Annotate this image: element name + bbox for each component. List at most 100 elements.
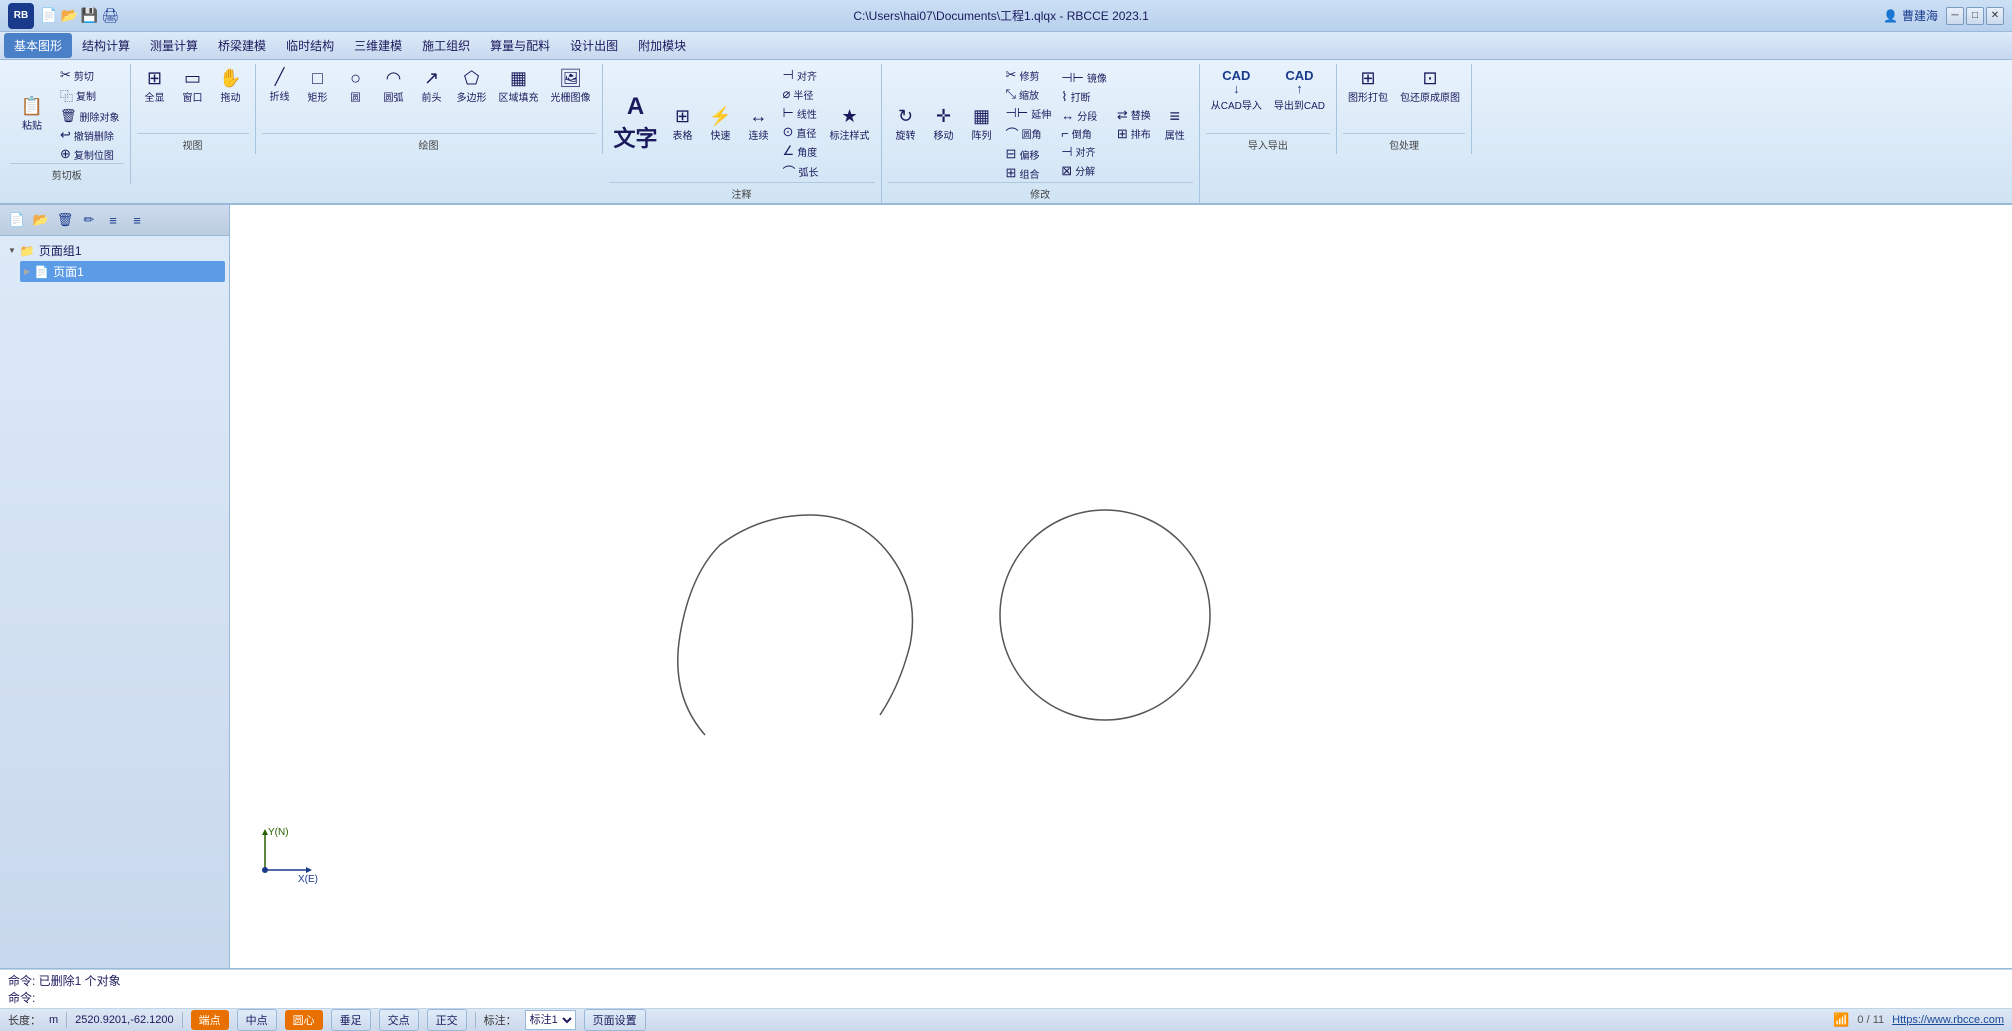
angle-button[interactable]: ∠ 角度: [779, 142, 823, 160]
replace-button[interactable]: ⇄ 替换: [1113, 106, 1155, 124]
snap-intersect-button[interactable]: 交点: [379, 1009, 419, 1031]
snap-midpoint-button[interactable]: 中点: [237, 1009, 277, 1031]
arrow-button[interactable]: ↗ 前头: [414, 66, 450, 107]
menu-item-7[interactable]: 算量与配料: [480, 33, 560, 58]
text-button[interactable]: A 文字: [609, 92, 663, 156]
tree-item-group1[interactable]: ▼ 📁 页面组1: [4, 240, 225, 261]
pack-shape-button[interactable]: ⊞ 图形打包: [1343, 66, 1393, 107]
delete-obj-button[interactable]: 🗑 删除对象: [56, 107, 124, 125]
fullscreen-button[interactable]: ⊞ 全显: [137, 66, 173, 107]
table-button[interactable]: ⊞ 表格: [665, 104, 701, 145]
rect-button[interactable]: □ 矩形: [300, 66, 336, 107]
status-right: 📶 0 / 11 Https://www.rbcce.com: [1833, 1012, 2004, 1028]
mirror-button[interactable]: ⊣⊢ 镜像: [1057, 69, 1111, 87]
circle-button[interactable]: ○ 圆: [338, 66, 374, 107]
polygon-button[interactable]: ⬠ 多边形: [452, 66, 492, 107]
menu-item-1[interactable]: 结构计算: [72, 33, 140, 58]
half-r-button[interactable]: ⌀ 半径: [779, 85, 823, 103]
menu-item-8[interactable]: 设计出图: [560, 33, 628, 58]
website-link[interactable]: Https://www.rbcce.com: [1892, 1014, 2004, 1026]
snap-ortho-button[interactable]: 正交: [427, 1009, 467, 1031]
edit-page-button[interactable]: ✏: [78, 209, 100, 231]
inline-dim-button[interactable]: ⊢ 线性: [779, 104, 823, 122]
maximize-button[interactable]: □: [1966, 7, 1984, 25]
group-icon: 📁: [20, 244, 35, 258]
delete-page-button[interactable]: 🗑: [54, 209, 76, 231]
window-controls[interactable]: ─ □ ✕: [1946, 7, 2004, 25]
fill-button[interactable]: ▦ 区域填充: [494, 66, 544, 107]
split-button[interactable]: ↔ 分段: [1057, 107, 1111, 124]
cad-export-button[interactable]: CAD↑ 导出到CAD: [1269, 66, 1330, 115]
align-right-button[interactable]: ≡: [126, 209, 148, 231]
snap-endpoint-button[interactable]: 端点: [191, 1010, 229, 1030]
array-button[interactable]: ▦ 阵列: [964, 104, 1000, 145]
extend-button[interactable]: ⊣⊢ 延伸: [1002, 104, 1056, 122]
chamfer-button[interactable]: ⌐ 倒角: [1057, 125, 1111, 142]
copy-button[interactable]: ⿻ 复制: [56, 85, 124, 106]
paste-button[interactable]: 📋 粘贴: [10, 94, 54, 135]
menu-item-5[interactable]: 三维建模: [344, 33, 412, 58]
menu-item-9[interactable]: 附加模块: [628, 33, 696, 58]
break-icon: ⌇: [1061, 89, 1067, 105]
copy-icon: ⿻: [60, 86, 73, 105]
align-icon: ⊣: [783, 67, 794, 83]
align-left-button[interactable]: ≡: [102, 209, 124, 231]
distribute-icon: ⊞: [1117, 126, 1128, 142]
menu-item-0[interactable]: 基本图形: [4, 33, 72, 58]
diameter-button[interactable]: ⊙ 直径: [779, 123, 823, 141]
drawing-canvas[interactable]: [230, 205, 2012, 968]
menu-item-2[interactable]: 测量计算: [140, 33, 208, 58]
offset-button[interactable]: ⊟ 偏移: [1002, 145, 1056, 163]
copy-pos-button[interactable]: ⊕ 复制位图: [56, 145, 124, 163]
drag-icon: ✋: [219, 69, 241, 87]
arc-len-button[interactable]: ⌒ 弧长: [779, 161, 823, 182]
round-button[interactable]: ⌒ 圆角: [1002, 123, 1056, 144]
canvas-area[interactable]: Y(N) X(E): [230, 205, 2012, 968]
open-file-icon[interactable]: 📂: [60, 7, 77, 24]
window-button[interactable]: ▭ 窗口: [175, 66, 211, 107]
align3-button[interactable]: ⊣ 对齐: [1057, 143, 1111, 161]
new-file-icon[interactable]: 📄: [40, 7, 57, 24]
snap-center-button[interactable]: 圆心: [285, 1010, 323, 1030]
snap-foot-button[interactable]: 垂足: [331, 1009, 371, 1031]
fold-line-button[interactable]: ╱ 折线: [262, 67, 298, 106]
add-page-button[interactable]: 📂: [30, 209, 52, 231]
tree-item-page1[interactable]: ▶ 📄 页面1: [20, 261, 225, 282]
combine-button[interactable]: ⊞ 组合: [1002, 164, 1056, 182]
connect-dim-button[interactable]: ↔ 连续: [741, 104, 777, 145]
cut-button[interactable]: ✂ 剪切: [56, 66, 124, 84]
save-icon[interactable]: 💾: [81, 7, 98, 24]
fast-dim-button[interactable]: ⚡ 快速: [703, 104, 739, 145]
drag-button[interactable]: ✋ 拖动: [213, 66, 249, 107]
close-button[interactable]: ✕: [1986, 7, 2004, 25]
print-icon[interactable]: 🖨: [101, 7, 119, 24]
window-title: C:\Users\hai07\Documents\工程1.qlqx - RBCC…: [853, 7, 1148, 24]
rotate-button[interactable]: ↻ 旋转: [888, 104, 924, 145]
raster-button[interactable]: 🖼 光栅图像: [546, 66, 596, 107]
cad-import-button[interactable]: CAD↓ 从CAD导入: [1206, 66, 1267, 115]
menu-item-6[interactable]: 施工组织: [412, 33, 480, 58]
align-dim-button[interactable]: ⊣ 对齐: [779, 66, 823, 84]
arc-button[interactable]: ◠ 圆弧: [376, 66, 412, 107]
decompose-button[interactable]: ⊠ 分解: [1057, 162, 1111, 180]
menu-item-4[interactable]: 临时结构: [276, 33, 344, 58]
distribute-button[interactable]: ⊞ 排布: [1113, 125, 1155, 143]
ribbon-group-pack: ⊞ 图形打包 ⊡ 包还原成原图 包处理: [1337, 64, 1472, 154]
scale-button[interactable]: ⤡ 缩放: [1002, 85, 1056, 103]
cut-icon: ✂: [60, 67, 71, 83]
fullscreen-icon: ⊞: [147, 69, 162, 87]
notation-select[interactable]: 标注1: [525, 1010, 576, 1030]
new-page-group-button[interactable]: 📄: [6, 209, 28, 231]
page-setup-button[interactable]: 页面设置: [584, 1009, 646, 1031]
restore-button[interactable]: ⊡ 包还原成原图: [1395, 66, 1465, 107]
property-button[interactable]: ≡ 属性: [1157, 104, 1193, 145]
titlebar-left: RB 📄 📂 💾 🖨: [8, 3, 119, 29]
move-button[interactable]: ✛ 移动: [926, 104, 962, 145]
cmd-line1: 命令: 已删除1 个对象: [8, 972, 2004, 989]
break-button[interactable]: ⌇ 打断: [1057, 88, 1111, 106]
minimize-button[interactable]: ─: [1946, 7, 1964, 25]
menu-item-3[interactable]: 桥梁建模: [208, 33, 276, 58]
undo-button[interactable]: ↩ 撤销删除: [56, 126, 124, 144]
trim-button[interactable]: ✂ 修剪: [1002, 66, 1056, 84]
mark-style-button[interactable]: ★ 标注样式: [825, 104, 875, 145]
